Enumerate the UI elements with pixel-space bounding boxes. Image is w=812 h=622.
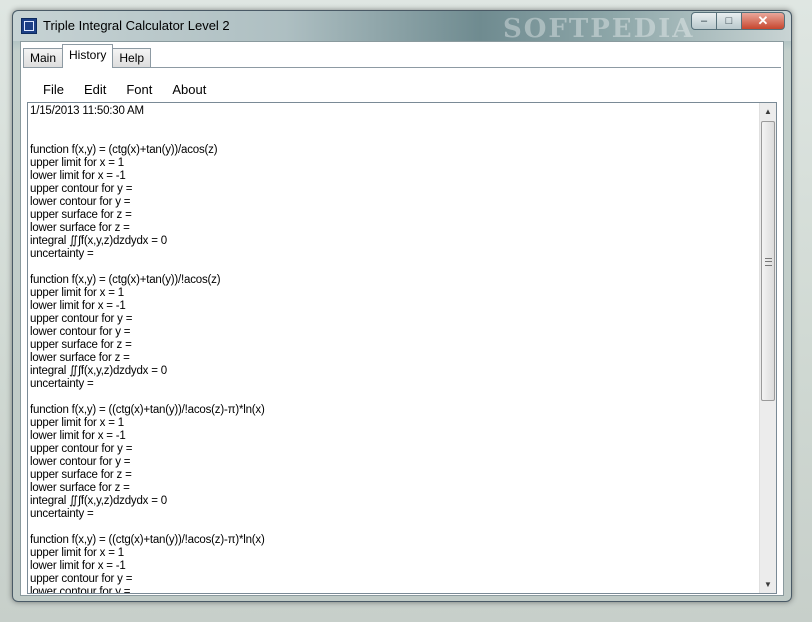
minimize-button[interactable]: – bbox=[691, 12, 717, 30]
tab-history[interactable]: History bbox=[62, 44, 114, 68]
history-text[interactable]: 1/15/2013 11:50:30 AM function f(x,y) = … bbox=[30, 105, 766, 593]
history-textbox[interactable]: 1/15/2013 11:50:30 AM function f(x,y) = … bbox=[27, 102, 777, 594]
vertical-scrollbar[interactable]: ▲ ▼ bbox=[759, 103, 776, 593]
grip-icon bbox=[765, 258, 772, 266]
app-window: Triple Integral Calculator Level 2 SOFTP… bbox=[12, 10, 792, 602]
menu-bar: File Edit Font About bbox=[33, 80, 216, 100]
scroll-down-icon[interactable]: ▼ bbox=[760, 576, 776, 593]
window-controls: – □ ✕ bbox=[691, 12, 785, 32]
app-icon bbox=[21, 18, 37, 34]
menu-file[interactable]: File bbox=[33, 80, 74, 100]
tab-help[interactable]: Help bbox=[112, 48, 152, 68]
scroll-up-icon[interactable]: ▲ bbox=[760, 103, 776, 120]
close-button[interactable]: ✕ bbox=[741, 12, 785, 30]
maximize-button[interactable]: □ bbox=[716, 12, 742, 30]
menu-font[interactable]: Font bbox=[116, 80, 162, 100]
title-bar[interactable]: Triple Integral Calculator Level 2 SOFTP… bbox=[13, 11, 791, 44]
tab-main[interactable]: Main bbox=[23, 48, 64, 68]
menu-about[interactable]: About bbox=[162, 80, 216, 100]
scroll-thumb[interactable] bbox=[761, 121, 775, 401]
client-area: Main History Help SOFTPEDIA File Edit Fo… bbox=[20, 41, 784, 596]
window-title: Triple Integral Calculator Level 2 bbox=[43, 18, 230, 33]
menu-edit[interactable]: Edit bbox=[74, 80, 116, 100]
softpedia-watermark: SOFTPEDIA bbox=[503, 14, 695, 44]
tab-divider bbox=[23, 67, 781, 68]
tab-strip: Main History Help bbox=[23, 44, 152, 68]
